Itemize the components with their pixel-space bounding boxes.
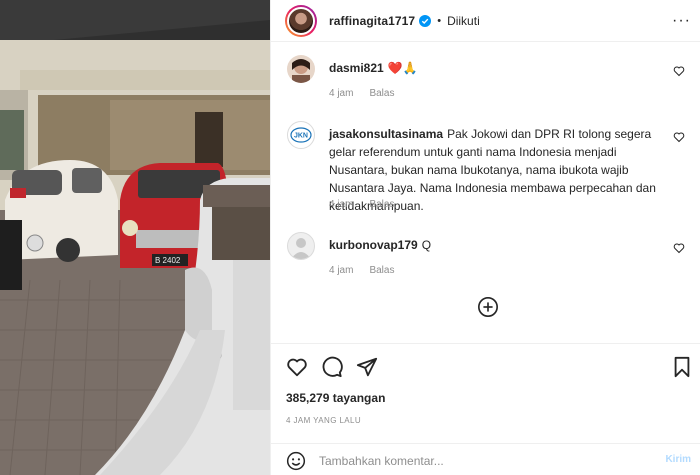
svg-text:JKN: JKN bbox=[294, 133, 308, 140]
post-timestamp[interactable]: 4 JAM YANG LALU bbox=[286, 416, 361, 425]
default-avatar[interactable] bbox=[287, 232, 315, 260]
post-details-panel: raffinagita1717 • Diikuti ··· dasmi821 ❤️… bbox=[270, 0, 700, 475]
reply-button[interactable]: Balas bbox=[369, 265, 394, 276]
comment-like-icon[interactable] bbox=[673, 131, 685, 143]
post-comment-button[interactable]: Kirim bbox=[665, 454, 691, 465]
comment-username[interactable]: kurbonovap179 bbox=[329, 238, 418, 252]
separator-dot: • bbox=[437, 14, 442, 27]
bookmark-icon[interactable] bbox=[671, 356, 693, 378]
post-header: raffinagita1717 • Diikuti ··· bbox=[271, 0, 700, 42]
comment-text: Q bbox=[421, 238, 432, 252]
heart-icon[interactable] bbox=[286, 356, 308, 378]
follow-status-button[interactable]: Diikuti bbox=[447, 14, 480, 28]
comment-text: ❤️🙏 bbox=[387, 61, 418, 75]
garage-photo: B 2402 bbox=[0, 0, 270, 475]
author-username[interactable]: raffinagita1717 bbox=[329, 14, 415, 28]
post-media[interactable]: B 2402 bbox=[0, 0, 270, 475]
comment-time[interactable]: 4 jam bbox=[329, 88, 353, 99]
comment-like-icon[interactable] bbox=[673, 65, 685, 77]
load-more-icon[interactable] bbox=[477, 296, 499, 318]
reply-button[interactable]: Balas bbox=[369, 199, 394, 210]
comments-list: dasmi821 ❤️🙏 4 jam Balas JKN jasakonsultas… bbox=[271, 43, 700, 343]
share-icon[interactable] bbox=[356, 356, 378, 378]
more-options-icon[interactable]: ··· bbox=[672, 12, 691, 30]
add-comment-bar: Kirim bbox=[271, 443, 700, 475]
comment-icon[interactable] bbox=[321, 356, 343, 378]
comment-username[interactable]: dasmi821 bbox=[329, 61, 384, 75]
emoji-icon[interactable] bbox=[286, 451, 306, 471]
commenter-avatar[interactable] bbox=[287, 55, 315, 83]
comment-username[interactable]: jasakonsultasinama bbox=[329, 127, 443, 141]
jkn-logo-avatar[interactable]: JKN bbox=[287, 121, 315, 149]
author-avatar[interactable] bbox=[285, 4, 317, 37]
comment-time[interactable]: 4 jam bbox=[329, 265, 353, 276]
svg-text:B 2402: B 2402 bbox=[155, 256, 181, 265]
reply-button[interactable]: Balas bbox=[369, 88, 394, 99]
verified-badge-icon bbox=[419, 14, 432, 27]
comment-like-icon[interactable] bbox=[673, 242, 685, 254]
comment-input[interactable] bbox=[319, 450, 639, 472]
comment-time[interactable]: 4 jam bbox=[329, 199, 353, 210]
view-count[interactable]: 385,279 tayangan bbox=[286, 391, 385, 405]
